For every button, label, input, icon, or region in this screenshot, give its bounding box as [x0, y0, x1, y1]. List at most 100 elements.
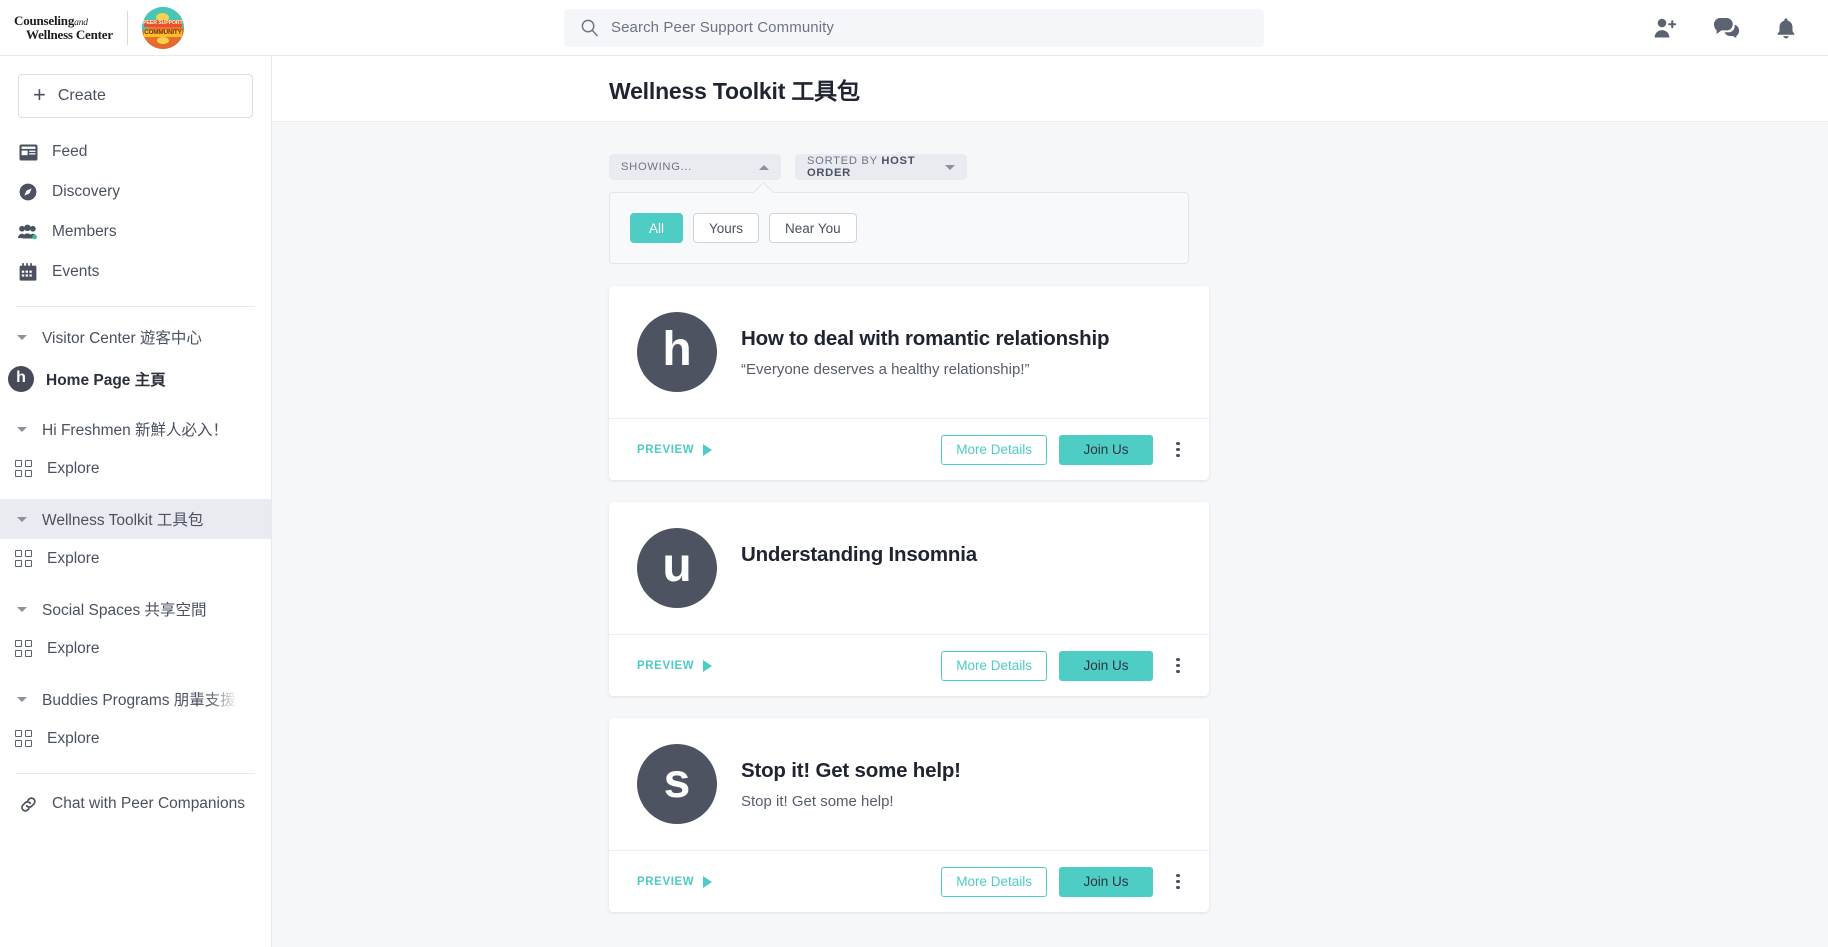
sidebar-group-visitor-center[interactable]: Visitor Center 遊客中心	[0, 317, 271, 357]
sidebar-item-chat-with-peer-companions[interactable]: Chat with Peer Companions	[0, 784, 271, 824]
more-options-icon[interactable]	[1167, 867, 1189, 897]
sidebar-group-label: Buddies Programs 朋輩支援計劃	[42, 692, 238, 709]
search-input[interactable]: Search Peer Support Community	[611, 19, 834, 36]
members-icon	[18, 224, 38, 240]
play-icon	[703, 443, 713, 456]
preview-label: PREVIEW	[637, 875, 695, 888]
page-title: Wellness Toolkit 工具包	[609, 77, 860, 104]
create-button-label: Create	[57, 87, 106, 104]
group-avatar: h	[637, 312, 717, 392]
sidebar-group-label: Social Spaces 共享空間	[42, 602, 207, 619]
sidebar-group-label: Hi Freshmen 新鮮人必入！	[42, 422, 229, 439]
brand-line-2: Wellness Center	[26, 27, 113, 43]
top-bar-actions	[1556, 16, 1828, 40]
showing-dropdown[interactable]: SHOWING...	[609, 154, 781, 180]
sidebar-item-events[interactable]: Events	[0, 252, 271, 292]
sidebar-item-label: Feed	[52, 143, 88, 160]
group-title: Understanding Insomnia	[741, 543, 977, 566]
join-us-button[interactable]: Join Us	[1059, 866, 1153, 897]
grid-icon	[15, 550, 33, 568]
top-bar: Counselingand Wellness Center PEER SUPPO…	[0, 0, 1828, 56]
group-card-footer: PREVIEW More Details Join Us	[609, 850, 1209, 912]
sidebar-group-buddies-programs[interactable]: Buddies Programs 朋輩支援計劃	[0, 679, 271, 719]
sidebar-group-wellness-toolkit[interactable]: Wellness Toolkit 工具包	[0, 499, 271, 539]
preview-link[interactable]: PREVIEW	[637, 443, 713, 456]
notifications-bell-icon[interactable]	[1774, 16, 1798, 40]
home-page-avatar: h	[8, 366, 34, 392]
filter-row: SHOWING... SORTED BY HOST ORDER	[609, 154, 1289, 180]
grid-icon	[15, 730, 33, 748]
group-avatar: u	[637, 528, 717, 608]
sorted-by-label: SORTED BY HOST ORDER	[807, 155, 916, 179]
sidebar-item-label: Home Page 主頁	[46, 372, 166, 389]
messages-icon[interactable]	[1713, 16, 1740, 39]
badge-sun-lower	[156, 36, 169, 44]
preview-label: PREVIEW	[637, 659, 695, 672]
group-card-footer: PREVIEW More Details Join Us	[609, 634, 1209, 696]
sidebar-item-members[interactable]: Members	[0, 212, 271, 252]
group-card[interactable]: s Stop it! Get some help! Stop it! Get s…	[609, 718, 1209, 912]
sidebar-item-label: Explore	[47, 640, 100, 657]
add-person-icon[interactable]	[1653, 17, 1679, 39]
group-subtitle: “Everyone deserves a healthy relationshi…	[741, 360, 1030, 378]
search-bar[interactable]: Search Peer Support Community	[564, 8, 1264, 47]
sidebar-item-label: Explore	[47, 550, 100, 567]
sidebar-item-discovery[interactable]: Discovery	[0, 172, 271, 212]
chevron-down-icon	[14, 696, 30, 702]
peer-support-community-badge-icon[interactable]: PEER SUPPORT COMMUNITY	[141, 6, 184, 49]
sidebar-item-explore-buddies-programs[interactable]: Explore	[0, 719, 271, 759]
counseling-wellness-center-logo[interactable]: Counselingand Wellness Center	[8, 12, 113, 43]
more-details-button[interactable]: More Details	[941, 434, 1047, 465]
group-card[interactable]: h How to deal with romantic relationship…	[609, 286, 1209, 480]
grid-icon	[15, 460, 33, 478]
sidebar-group-hi-freshmen[interactable]: Hi Freshmen 新鮮人必入！	[0, 409, 271, 449]
chevron-down-icon	[14, 426, 30, 432]
filter-chip-yours[interactable]: Yours	[693, 213, 760, 243]
preview-link[interactable]: PREVIEW	[637, 659, 713, 672]
badge-text-peer-support: PEER SUPPORT	[143, 20, 183, 26]
sidebar-item-home-page[interactable]: h Home Page 主頁	[0, 359, 271, 399]
sidebar-group-label: Wellness Toolkit 工具包	[42, 512, 204, 529]
chevron-down-icon	[14, 516, 30, 522]
more-details-button[interactable]: More Details	[941, 866, 1047, 897]
join-us-button[interactable]: Join Us	[1059, 434, 1153, 465]
sidebar-item-label: Events	[52, 263, 100, 280]
group-title: How to deal with romantic relationship	[741, 327, 1110, 350]
sidebar-item-label: Explore	[47, 730, 100, 747]
group-card-body: s Stop it! Get some help! Stop it! Get s…	[609, 718, 1209, 850]
filter-chip-all[interactable]: All	[630, 213, 684, 243]
sidebar-divider-bottom	[16, 773, 255, 774]
sidebar-item-label: Discovery	[52, 183, 121, 200]
chevron-up-icon	[759, 164, 769, 170]
join-us-button[interactable]: Join Us	[1059, 650, 1153, 681]
more-details-button[interactable]: More Details	[941, 650, 1047, 681]
chevron-down-icon	[14, 606, 30, 612]
main-content: Wellness Toolkit 工具包 SHOWING... SORTED B…	[272, 56, 1828, 947]
grid-icon	[15, 640, 33, 658]
more-options-icon[interactable]	[1167, 435, 1189, 465]
brand-divider	[126, 10, 128, 45]
preview-link[interactable]: PREVIEW	[637, 875, 713, 888]
group-card[interactable]: u Understanding Insomnia PREVIEW More De…	[609, 502, 1209, 696]
sidebar-group-social-spaces[interactable]: Social Spaces 共享空間	[0, 589, 271, 629]
group-title: Stop it! Get some help!	[741, 759, 961, 782]
showing-dropdown-label: SHOWING...	[621, 161, 693, 173]
group-subtitle: Stop it! Get some help!	[741, 792, 894, 810]
search-icon	[581, 19, 598, 37]
calendar-icon	[18, 263, 38, 281]
filter-chip-near-you[interactable]: Near You	[769, 213, 857, 243]
sidebar-item-feed[interactable]: Feed	[0, 132, 271, 172]
sidebar-item-explore-hi-freshmen[interactable]: Explore	[0, 449, 271, 489]
filter-chip-group: All Yours Near You	[630, 213, 1168, 243]
sidebar-item-explore-wellness-toolkit[interactable]: Explore	[0, 539, 271, 579]
group-card-body: u Understanding Insomnia	[609, 502, 1209, 634]
showing-filter-panel: All Yours Near You	[609, 192, 1189, 264]
sidebar-divider	[16, 306, 255, 307]
group-card-text: How to deal with romantic relationship “…	[741, 312, 1109, 378]
brand-line-1: Counseling	[14, 12, 75, 28]
more-options-icon[interactable]	[1167, 651, 1189, 681]
sidebar-group-label: Visitor Center 遊客中心	[42, 330, 202, 347]
create-button[interactable]: + Create	[18, 74, 253, 118]
sorted-by-dropdown[interactable]: SORTED BY HOST ORDER	[795, 154, 967, 180]
sidebar-item-explore-social-spaces[interactable]: Explore	[0, 629, 271, 669]
